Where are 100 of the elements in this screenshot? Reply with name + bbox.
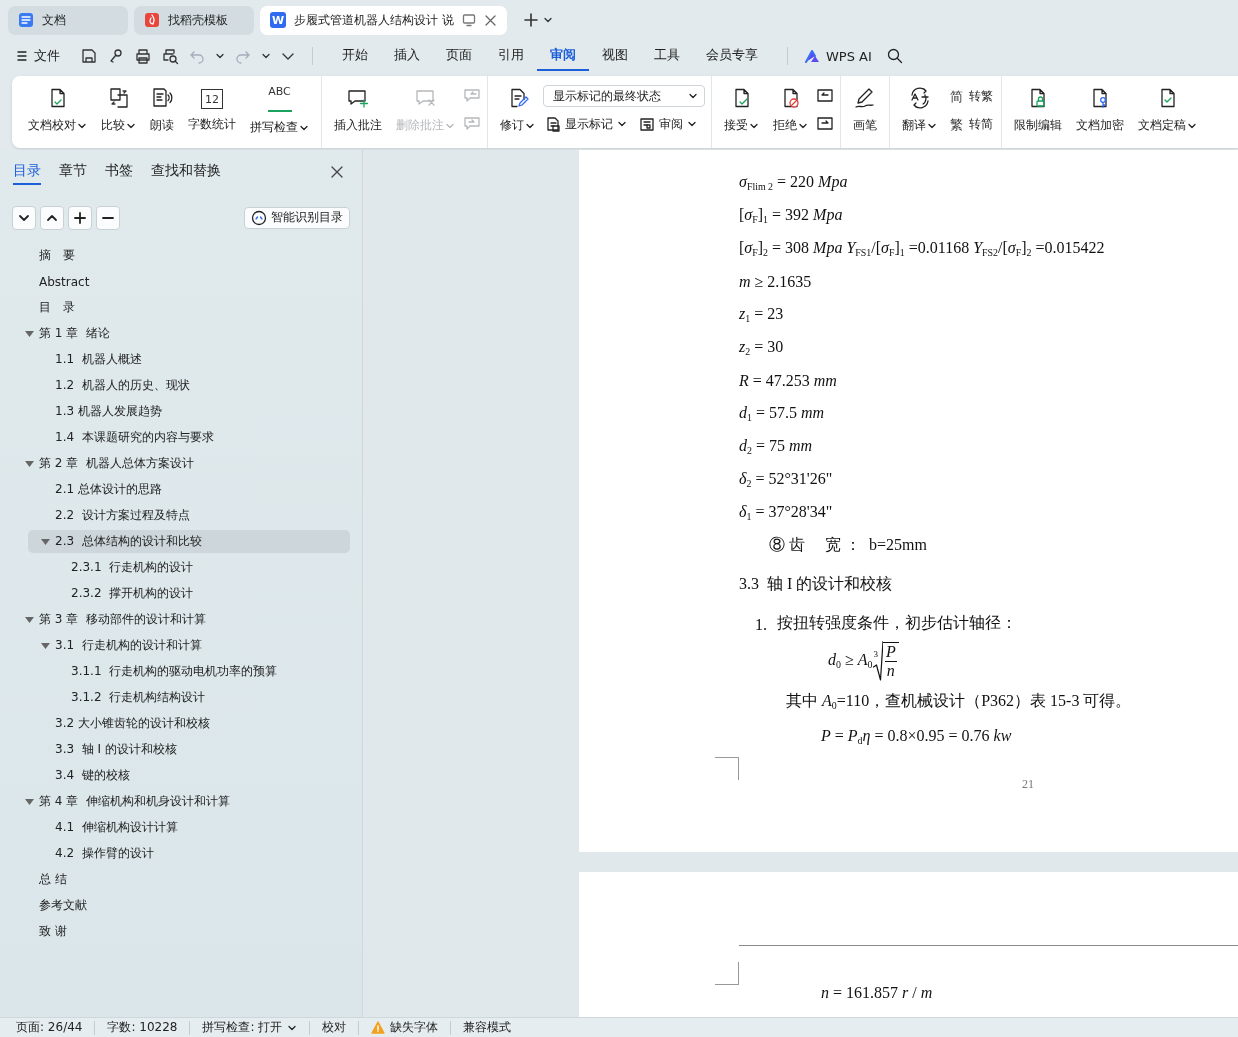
wps-ai-button[interactable]: WPS AI [804,48,872,64]
print-icon[interactable] [134,47,152,65]
file-menu-button[interactable]: 文件 [16,47,60,65]
toolbar-button[interactable]: 修订 [494,82,541,140]
toc-item[interactable]: 目 录 [12,296,350,319]
ribbon-tab[interactable]: 插入 [381,41,433,71]
toc-item[interactable]: 2.3.2 撑开机构的设计 [44,582,350,605]
equation-line: P = P$_{d}$η = 0.8×0.95 = 0.76 kw [821,727,1012,747]
remove-button[interactable] [96,205,120,230]
ribbon-tab[interactable]: 视图 [589,41,641,71]
toolbar-button[interactable]: 文档校对 [22,82,93,140]
ribbon-tab[interactable]: 引用 [485,41,537,71]
browser-tab[interactable]: 找稻壳模板 [134,5,254,35]
save-icon[interactable] [80,47,98,65]
toolbar-button[interactable]: ABC 拼写检查 [244,82,315,140]
panel-tab[interactable]: 章节 [59,159,87,185]
toolbar-button[interactable]: 朗读 [144,82,180,140]
ribbon-tab[interactable]: 开始 [329,41,381,71]
panel-tab[interactable]: 查找和替换 [151,159,221,185]
toc-item[interactable]: 1.1 机器人概述 [28,348,350,371]
expanded-arrow-icon[interactable] [40,536,51,547]
expanded-arrow-icon[interactable] [24,458,35,469]
warning-icon [371,1021,386,1034]
toolbar-button[interactable]: 比较 [95,82,142,140]
toolbar-button[interactable]: 简 转繁 [945,85,995,107]
panel-tab[interactable]: 目录 [13,159,41,185]
expanded-arrow-icon[interactable] [24,796,35,807]
caret-icon[interactable] [261,51,271,61]
toc-item[interactable]: 第 2 章 机器人总体方案设计 [12,452,350,475]
close-button[interactable] [330,165,344,179]
change-next-icon[interactable] [816,115,834,133]
add-button[interactable] [68,205,92,230]
ribbon-tab[interactable]: 页面 [433,41,485,71]
toc-item[interactable]: 第 1 章 绪论 [12,322,350,345]
toc-item[interactable]: 参考文献 [12,894,350,917]
toolbar-button[interactable]: 限制编辑 [1008,82,1068,140]
toolbar-button[interactable]: 繁 转简 [945,113,995,135]
expanded-arrow-icon[interactable] [24,328,35,339]
expanded-arrow-icon[interactable] [40,640,51,651]
caret-icon[interactable] [542,15,553,25]
search-icon[interactable] [885,47,904,65]
toc-item[interactable]: 3.4 键的校核 [28,764,350,787]
toc-item[interactable]: 总 结 [12,868,350,891]
ai-logo-icon [804,48,820,64]
toolbar-button[interactable]: 画笔 [847,82,883,140]
expand-button[interactable] [40,205,64,230]
toc-item[interactable]: 摘 要 [12,244,350,267]
toc-item[interactable]: 1.3 机器人发展趋势 [28,400,350,423]
ribbon-tab[interactable]: 审阅 [537,41,589,71]
review-pane-icon [639,116,655,132]
status-text: 兼容模式 [463,1019,512,1036]
ribbon-tab[interactable]: 会员专享 [693,41,771,71]
toolbar-button[interactable]: 文档加密 [1070,82,1130,140]
toc-item[interactable]: 2.3.1 行走机构的设计 [44,556,350,579]
panel-tab[interactable]: 书签 [105,159,133,185]
plus-icon[interactable] [522,12,539,28]
toc-item[interactable]: 第 4 章 伸缩机构和机身设计和计算 [12,790,350,813]
toc-item[interactable]: 3.1 行走机构的设计和计算 [28,634,350,657]
list-number: 1. [755,616,767,634]
toc-item[interactable]: 1.2 机器人的历史、现状 [28,374,350,397]
minus-icon [102,215,114,220]
toolbar-button[interactable]: 显示标记 [543,113,629,135]
equation-text: d$_{0}$ ≥ A$_{0}$ [828,651,873,671]
toc-item[interactable]: Abstract [12,270,350,293]
toolbar-button[interactable]: 12 字数统计 [182,82,242,140]
expanded-arrow-icon[interactable] [24,614,35,625]
toc-item[interactable]: 3.1.2 行走机构结构设计 [44,686,350,709]
ribbon-tab[interactable]: 工具 [641,41,693,71]
toc-item[interactable]: 4.2 操作臂的设计 [28,842,350,865]
toc-item[interactable]: 4.1 伸缩机构设计计算 [28,816,350,839]
toc-item[interactable]: 致 谢 [12,920,350,943]
browser-tab[interactable]: W 步履式管道机器人结构设计 说 [260,5,507,35]
equation-line: d$_{1}$ = 57.5 mm [739,403,825,424]
toc-item[interactable]: 2.2 设计方案过程及特点 [28,504,350,527]
toolbar-button[interactable]: 文档定稿 [1132,82,1203,140]
equation-line: d$_{2}$ = 75 mm [739,436,813,457]
missing-font-button[interactable]: 缺失字体 [371,1019,439,1036]
toc-item[interactable]: 3.2 大小锥齿轮的设计和校核 [28,712,350,735]
read-aloud-icon [150,86,174,110]
toc-item[interactable]: 3.1.1 行走机构的驱动电机功率的预算 [44,660,350,683]
print-preview-icon[interactable] [161,47,179,65]
toc-item[interactable]: 第 3 章 移动部件的设计和计算 [12,608,350,631]
close-tab-button[interactable] [483,13,497,27]
toc-item[interactable]: 3.3 轴 I 的设计和校核 [28,738,350,761]
display-mode-dropdown[interactable]: 显示标记的最终状态 [543,85,705,107]
spell-check-status-button[interactable]: 拼写检查: 打开 [202,1019,298,1036]
collapse-button[interactable] [12,205,36,230]
caret-icon[interactable] [215,51,225,61]
toc-item[interactable]: 2.3 总体结构的设计和比较 [28,530,350,553]
smart-toc-button[interactable]: 智能识别目录 [244,206,350,229]
toolbar-button[interactable]: 翻译 [896,82,943,140]
toolbar-button[interactable]: 插入批注 [328,82,388,140]
toolbar-button[interactable]: 拒绝 [767,82,814,140]
toc-item[interactable]: 1.4 本课题研究的内容与要求 [28,426,350,449]
ai-circle-icon [251,209,267,226]
toc-item[interactable]: 2.1 总体设计的思路 [28,478,350,501]
toolbar-button[interactable]: 接受 [718,82,765,140]
change-previous-icon[interactable] [816,87,834,105]
toolbar-button[interactable]: 审阅 [637,113,699,135]
browser-tab[interactable]: 文档 [8,5,128,35]
